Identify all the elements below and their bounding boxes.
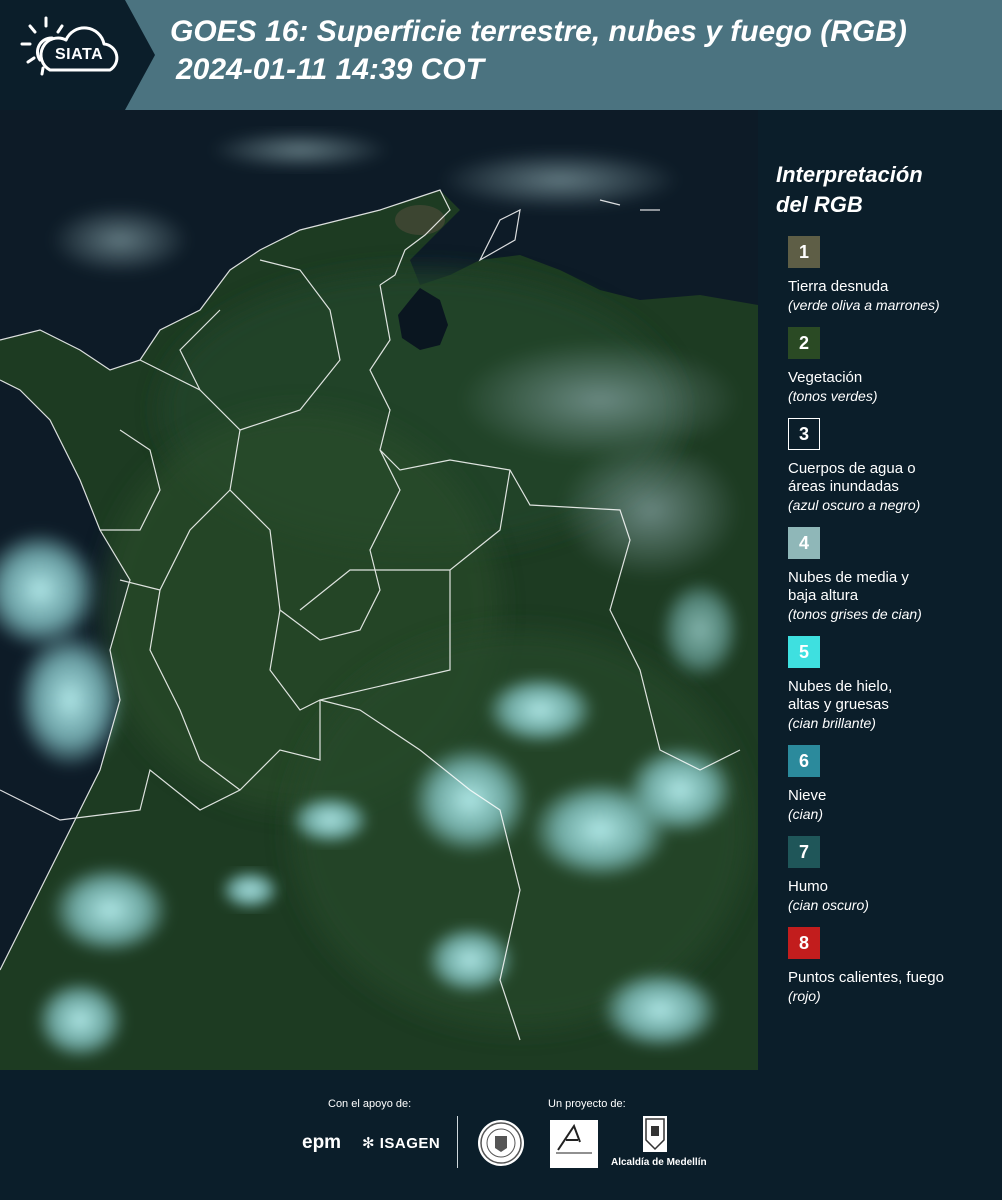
legend-title: Interpretación del RGB: [776, 160, 996, 220]
legend-label-7: Humo: [788, 878, 829, 895]
isagen-star-icon: ✻: [362, 1135, 376, 1152]
legend-label-4a: Nubes de media y: [788, 569, 909, 586]
legend-swatch-2: 2: [788, 327, 820, 359]
isagen-logo[interactable]: ✻ ISAGEN: [362, 1134, 440, 1152]
siata-logo[interactable]: SIATA: [0, 0, 155, 110]
university-seal-logo[interactable]: [478, 1120, 524, 1166]
legend-label-5b: altas y gruesas: [788, 696, 889, 713]
legend-label-6: Nieve: [788, 787, 827, 804]
legend-label-2: Vegetación: [788, 369, 863, 386]
legend-item-water: 3 Cuerpos de agua o áreas inundadas (azu…: [776, 418, 996, 514]
legend-desc-2: (tonos verdes): [788, 388, 878, 404]
legend-item-mid-low-clouds: 4 Nubes de media y baja altura (tonos gr…: [776, 527, 996, 623]
rgb-legend: Interpretación del RGB 1 Tierra desnuda …: [776, 160, 996, 1018]
legend-swatch-1: 1: [788, 236, 820, 268]
timestamp-subtitle: 2024-01-11 14:39 COT: [176, 53, 484, 86]
legend-desc-3: (azul oscuro a negro): [788, 497, 921, 513]
project-label: Un proyecto de:: [548, 1098, 626, 1110]
legend-label-8: Puntos calientes, fuego: [788, 969, 944, 986]
legend-item-snow: 6 Nieve (cian): [776, 745, 996, 823]
legend-swatch-5: 5: [788, 636, 820, 668]
alcaldia-shield-icon[interactable]: [643, 1116, 667, 1152]
isagen-logo-text: ISAGEN: [379, 1135, 441, 1152]
legend-item-vegetation: 2 Vegetación (tonos verdes): [776, 327, 996, 405]
legend-title-line2: del RGB: [776, 192, 863, 217]
legend-desc-8: (rojo): [788, 988, 821, 1004]
area-metropolitana-icon: [556, 1123, 592, 1154]
legend-swatch-6: 6: [788, 745, 820, 777]
legend-swatch-8: 8: [788, 927, 820, 959]
legend-desc-1: (verde oliva a marrones): [788, 297, 940, 313]
legend-desc-6: (cian): [788, 806, 824, 822]
header-bar: SIATA GOES 16: Superficie terrestre, nub…: [0, 0, 1002, 110]
footer-divider: [457, 1116, 458, 1168]
legend-swatch-4: 4: [788, 527, 820, 559]
seal-icon: [480, 1122, 522, 1164]
footer-sponsors: Con el apoyo de: Un proyecto de: epm ✻ I…: [0, 1070, 1002, 1200]
legend-label-4b: baja altura: [788, 587, 859, 604]
epm-logo[interactable]: epm: [302, 1132, 341, 1154]
legend-swatch-3: 3: [788, 418, 820, 450]
satellite-image: [0, 110, 758, 1070]
logo-text: SIATA: [55, 46, 104, 63]
satellite-map[interactable]: [0, 110, 758, 1070]
legend-label-5a: Nubes de hielo,: [788, 678, 893, 695]
area-metropolitana-logo[interactable]: [550, 1120, 598, 1168]
legend-swatch-7: 7: [788, 836, 820, 868]
legend-item-fire: 8 Puntos calientes, fuego (rojo): [776, 927, 996, 1005]
legend-title-line1: Interpretación: [776, 162, 923, 187]
legend-desc-7: (cian oscuro): [788, 897, 869, 913]
legend-label-1: Tierra desnuda: [788, 278, 889, 295]
legend-label-3a: Cuerpos de agua o: [788, 460, 916, 477]
page-title: GOES 16: Superficie terrestre, nubes y f…: [170, 15, 907, 48]
legend-label-3b: áreas inundadas: [788, 478, 899, 495]
alcaldia-shield-graphic: [645, 1118, 665, 1151]
legend-item-bare-soil: 1 Tierra desnuda (verde oliva a marrones…: [776, 236, 996, 314]
legend-desc-4: (tonos grises de cian): [788, 606, 922, 622]
support-label: Con el apoyo de:: [328, 1098, 412, 1110]
alcaldia-label: Alcaldía de Medellín: [611, 1157, 707, 1168]
legend-item-ice-clouds: 5 Nubes de hielo, altas y gruesas (cian …: [776, 636, 996, 732]
legend-item-smoke: 7 Humo (cian oscuro): [776, 836, 996, 914]
legend-desc-5: (cian brillante): [788, 715, 876, 731]
